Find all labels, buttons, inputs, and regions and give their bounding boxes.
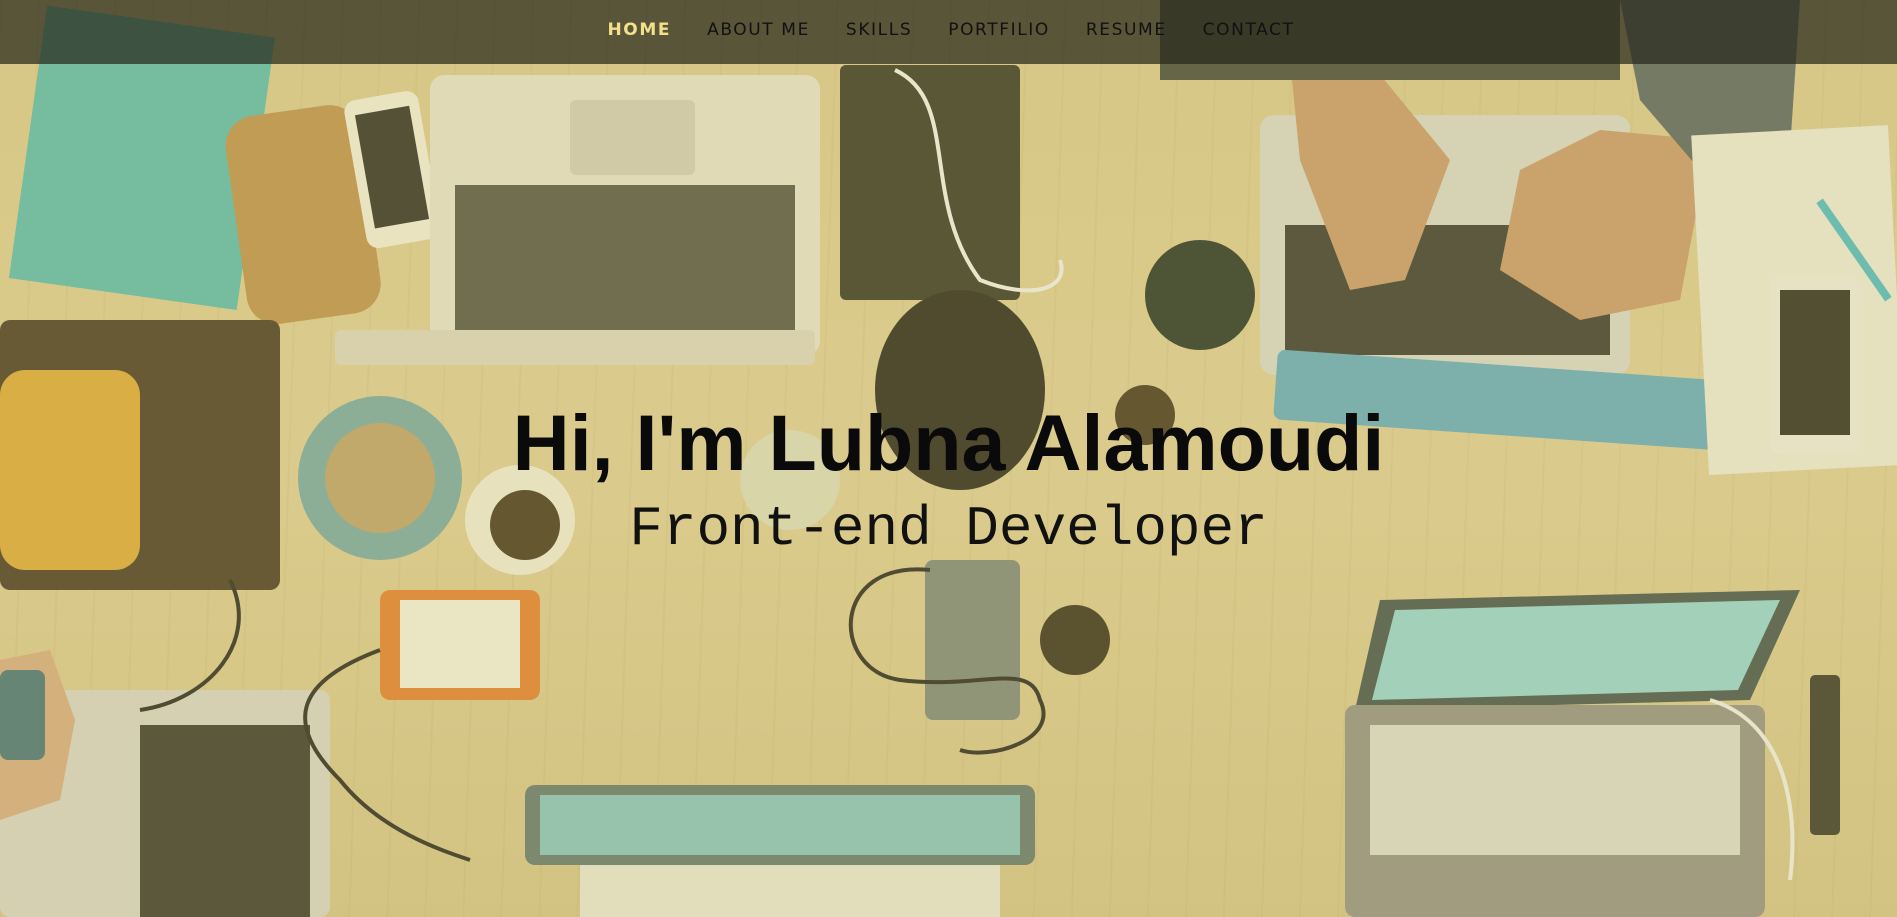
hero-role-subtitle: Front-end Developer (629, 497, 1268, 561)
top-navbar: HOME ABOUT ME SKILLS PORTFILIO RESUME CO… (0, 0, 1897, 64)
nav-contact-link[interactable]: CONTACT (1185, 0, 1313, 62)
hero-section: HOME ABOUT ME SKILLS PORTFILIO RESUME CO… (0, 0, 1897, 917)
nav-resume-link[interactable]: RESUME (1068, 0, 1185, 62)
hero-name-heading: Hi, I'm Lubna Alamoudi (512, 398, 1385, 487)
nav-skills-link[interactable]: SKILLS (828, 0, 930, 62)
hero-text-block: Hi, I'm Lubna Alamoudi Front-end Develop… (0, 395, 1897, 567)
nav-portfolio-link[interactable]: PORTFILIO (930, 0, 1068, 62)
nav-list: HOME ABOUT ME SKILLS PORTFILIO RESUME CO… (589, 2, 1312, 62)
nav-about-link[interactable]: ABOUT ME (689, 0, 828, 62)
nav-home-link[interactable]: HOME (589, 0, 689, 62)
